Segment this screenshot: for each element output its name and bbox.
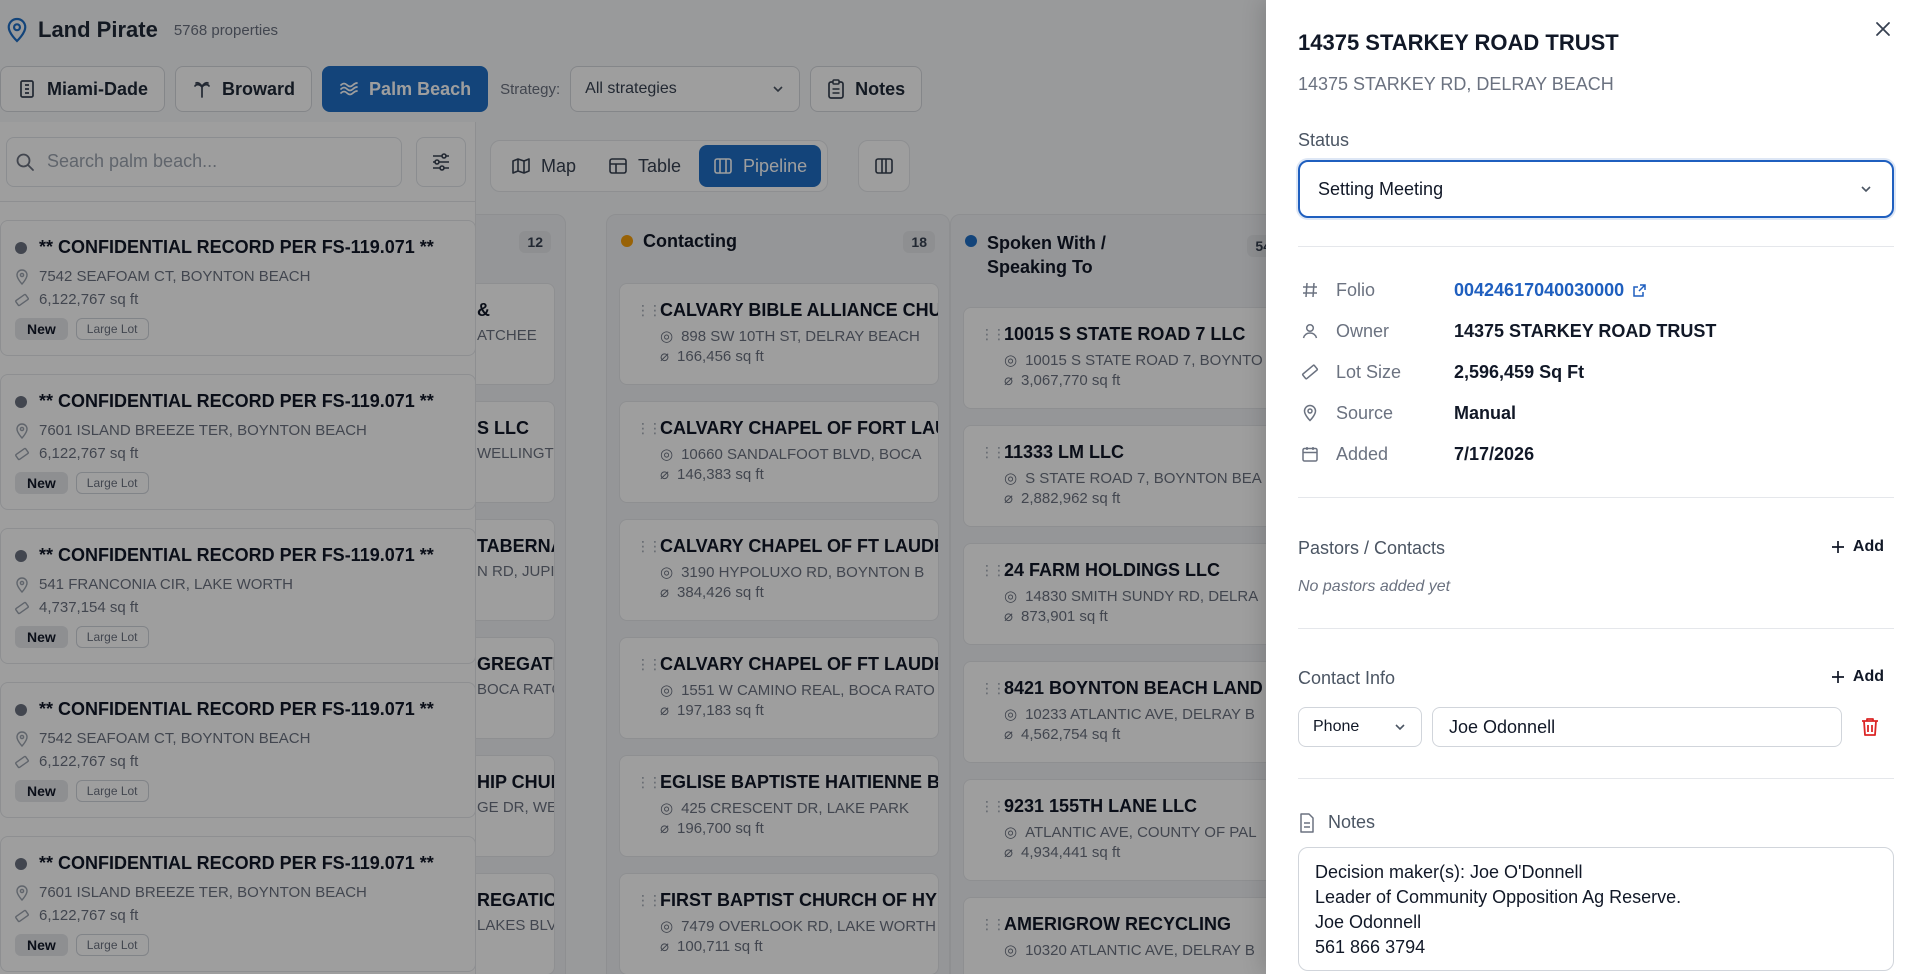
folio-label: Folio	[1336, 279, 1376, 300]
contact-value-input[interactable]: Joe Odonnell	[1432, 707, 1842, 747]
folio-link[interactable]: 00424617040030000	[1454, 280, 1647, 301]
drawer-subtitle: 14375 STARKEY RD, DELRAY BEACH	[1298, 74, 1614, 94]
folio-row: Folio 00424617040030000	[1298, 278, 1647, 302]
status-select[interactable]: Setting Meeting	[1298, 160, 1894, 218]
divider	[1298, 246, 1894, 247]
plus-icon	[1831, 671, 1844, 683]
owner-label: Owner	[1336, 320, 1390, 341]
plus-icon	[1831, 541, 1844, 553]
contact-type-select[interactable]: Phone	[1298, 707, 1422, 747]
lot-size-row: Lot Size 2,596,459 Sq Ft	[1298, 360, 1584, 384]
lot-size-label: Lot Size	[1336, 361, 1402, 382]
hash-icon	[1298, 278, 1322, 302]
external-link-icon	[1633, 283, 1646, 297]
source-label: Source	[1336, 402, 1394, 423]
user-icon	[1298, 319, 1322, 343]
trash-icon[interactable]	[1858, 715, 1882, 739]
status-label: Status	[1298, 130, 1350, 150]
notes-textarea[interactable]: Decision maker(s): Joe O'Donnell Leader …	[1298, 847, 1894, 971]
drawer-title: 14375 STARKEY ROAD TRUST	[1298, 30, 1619, 55]
notes-section-title: Notes	[1298, 812, 1375, 833]
calendar-icon	[1298, 442, 1322, 466]
add-pastor-button[interactable]: Add	[1831, 538, 1884, 556]
added-row: Added 7/17/2026	[1298, 442, 1534, 466]
property-detail-drawer: 14375 STARKEY ROAD TRUST 14375 STARKEY R…	[1266, 0, 1920, 974]
add-contact-button[interactable]: Add	[1831, 668, 1884, 686]
status-value: Setting Meeting	[1318, 178, 1444, 199]
owner-row: Owner 14375 STARKEY ROAD TRUST	[1298, 319, 1716, 343]
contact-type-value: Phone	[1313, 718, 1360, 735]
add-contact-label: Add	[1852, 668, 1884, 685]
document-icon	[1300, 812, 1314, 833]
divider	[1298, 628, 1894, 629]
contact-section-title: Contact Info	[1298, 668, 1396, 688]
chevron-down-icon	[1395, 724, 1405, 731]
added-value: 7/17/2026	[1454, 443, 1535, 464]
close-button[interactable]	[1868, 14, 1898, 44]
close-icon	[1876, 22, 1890, 36]
source-row: Source Manual	[1298, 401, 1516, 425]
divider	[1298, 778, 1894, 779]
notes-line: Joe Odonnell	[1315, 912, 1422, 932]
modal-backdrop[interactable]	[0, 0, 1266, 974]
lot-size-value: 2,596,459 Sq Ft	[1454, 361, 1585, 382]
owner-value: 14375 STARKEY ROAD TRUST	[1454, 320, 1717, 341]
added-label: Added	[1336, 443, 1389, 464]
pastors-empty-state: No pastors added yet	[1298, 578, 1451, 595]
notes-line: Leader of Community Opposition Ag Reserv…	[1315, 887, 1682, 907]
notes-line: Decision maker(s): Joe O'Donnell	[1315, 862, 1583, 882]
add-pastor-label: Add	[1852, 538, 1884, 555]
divider	[1298, 497, 1894, 498]
notes-title: Notes	[1328, 812, 1376, 832]
source-value: Manual	[1454, 402, 1517, 423]
pastors-section-title: Pastors / Contacts	[1298, 538, 1446, 558]
ruler-icon	[1298, 360, 1322, 384]
chevron-down-icon	[1861, 186, 1871, 193]
folio-value: 00424617040030000	[1454, 279, 1625, 300]
location-pin-icon	[1298, 401, 1322, 425]
notes-line: 561 866 3794	[1315, 937, 1426, 957]
